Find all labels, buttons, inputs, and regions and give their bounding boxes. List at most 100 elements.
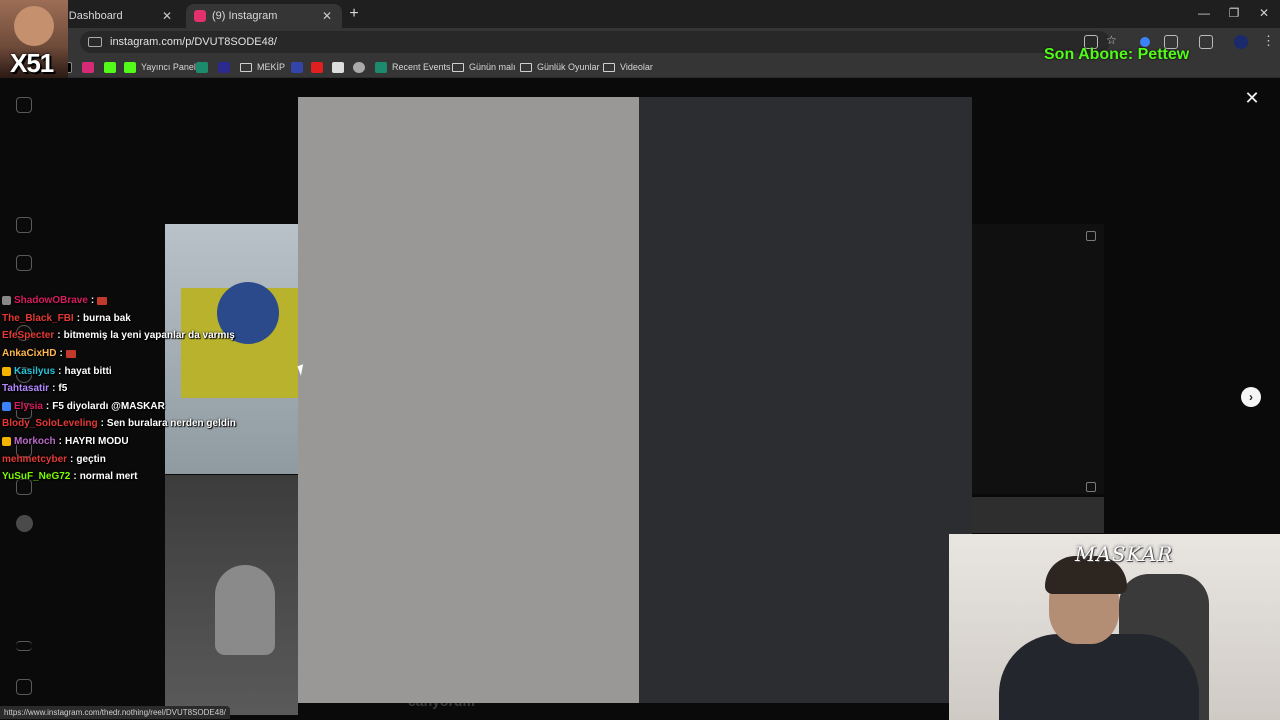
address-bar[interactable]: instagram.com/p/DVUT8SODE48/: [80, 31, 1110, 53]
bookmark-app[interactable]: [332, 60, 349, 74]
home-icon[interactable]: [16, 217, 32, 233]
chat-message: Tahtasatir: f5: [2, 380, 302, 398]
chat-separator: :: [76, 312, 81, 324]
chat-username: The_Black_FBI: [2, 312, 74, 324]
bookmark-app[interactable]: [353, 60, 370, 74]
more-menu-icon[interactable]: [16, 641, 32, 651]
chat-text: HAYRI MODU: [65, 436, 129, 448]
folder-icon: [520, 62, 532, 72]
tab-bar: m - Kick Dashboard ✕ (9) Instagram ✕ + —…: [0, 0, 1280, 28]
chat-username: AnkaCixHD: [2, 348, 57, 360]
chat-badge-icon: [2, 366, 11, 376]
bookmark-label: MEKİP: [257, 62, 286, 72]
folder-icon: [240, 62, 252, 72]
streamer-body-image: [999, 634, 1199, 720]
chat-message: ShadowOBrave:: [2, 292, 302, 310]
bookmark-label: Günün malı: [469, 62, 516, 72]
chat-separator: :: [52, 383, 56, 395]
chat-username: EfeSpecter: [2, 330, 55, 342]
chat-separator: :: [57, 330, 61, 342]
instagram-favicon-icon: [194, 10, 206, 22]
post-details-panel: [639, 97, 972, 703]
bookmark-youtube[interactable]: [311, 60, 328, 74]
bookmark-label: Recent Events: [392, 62, 451, 72]
kick-icon: [124, 61, 136, 73]
instagram-logo-icon[interactable]: [16, 97, 32, 113]
grid-post-thumbnail[interactable]: [972, 497, 1104, 533]
bookmark-app[interactable]: [291, 60, 308, 74]
profile-icon[interactable]: [1234, 35, 1248, 49]
bookmark-folder-videolar[interactable]: Videolar: [603, 60, 653, 74]
bookmark-label: Yayıncı Paneli: [141, 62, 198, 72]
chat-badge-icon: [2, 296, 11, 306]
next-post-button[interactable]: ›: [1241, 387, 1261, 407]
chat-separator: :: [100, 418, 104, 430]
window-close-icon[interactable]: ✕: [1254, 6, 1274, 20]
chat-message: Kasilyus: hayat bitti: [2, 362, 302, 380]
chat-username: Tahtasatir: [2, 383, 50, 395]
tab-instagram[interactable]: (9) Instagram ✕: [186, 4, 342, 28]
chat-badge-icon: [2, 437, 11, 447]
also-from-meta-icon[interactable]: [16, 679, 32, 695]
grid-post-thumbnail[interactable]: [972, 224, 1104, 494]
status-bar-url: https://www.instagram.com/thedr.nothing/…: [0, 706, 230, 719]
side-panel-icon[interactable]: [1199, 35, 1213, 49]
chat-message: Morkoch: HAYRI MODU: [2, 433, 302, 451]
bookmark-prompt[interactable]: [218, 60, 235, 74]
chat-message: EfeSpecter: bitmemiş la yeni yapanlar da …: [2, 327, 302, 345]
close-tab-icon[interactable]: ✕: [160, 9, 174, 23]
address-bar-url: instagram.com/p/DVUT8SODE48/: [110, 36, 277, 48]
grid-post-thumbnail[interactable]: [165, 475, 298, 715]
chat-separator: :: [73, 471, 77, 483]
bookmark-kick[interactable]: [104, 60, 121, 74]
bookmark-folder-mekip[interactable]: MEKİP: [240, 60, 285, 74]
chat-message: mehmetcyber: geçtin: [2, 450, 302, 468]
streamer-badge: X51: [0, 0, 68, 78]
minimize-icon[interactable]: —: [1194, 6, 1214, 20]
stream-chat-overlay: ShadowOBrave: The_Black_FBI: burna bak EfeS…: [2, 292, 302, 486]
chat-username: Morkoch: [14, 436, 56, 448]
close-tab-icon[interactable]: ✕: [320, 9, 334, 23]
screen: m - Kick Dashboard ✕ (9) Instagram ✕ + —…: [0, 0, 1280, 720]
chat-message: Blody_SoloLeveling: Sen buralara nerden g…: [2, 415, 302, 433]
chat-text: normal mert: [79, 471, 138, 483]
site-info-icon[interactable]: [88, 37, 102, 47]
chat-message: The_Black_FBI: burna bak: [2, 310, 302, 328]
chat-separator: :: [59, 348, 63, 360]
bookmark-app[interactable]: [196, 60, 213, 74]
bookmark-recent-events[interactable]: Recent Events: [375, 60, 451, 74]
new-tab-icon[interactable]: +: [346, 5, 362, 23]
reels-icon[interactable]: [16, 255, 32, 271]
restore-icon[interactable]: ❐: [1224, 6, 1244, 20]
streamer-face-image: [14, 6, 54, 46]
post-media[interactable]: [298, 97, 639, 703]
chat-username: Elysia: [14, 400, 43, 412]
chat-text: F5 diyolardı @MASKAR: [52, 400, 165, 412]
bookmark-folder-gunluk-oyunlar[interactable]: Günlük Oyunlar: [520, 60, 600, 74]
bookmark-label: Günlük Oyunlar: [537, 62, 600, 72]
bookmark-star-icon[interactable]: ☆: [1106, 33, 1120, 47]
bookmark-yayinci-paneli[interactable]: Yayıncı Paneli: [124, 60, 198, 74]
chat-text: f5: [58, 383, 68, 395]
folder-icon: [452, 62, 464, 72]
chat-text: hayat bitti: [64, 365, 112, 377]
profile-avatar[interactable]: [16, 515, 33, 532]
folder-icon: [603, 62, 615, 72]
chat-message: YuSuF_NeG72: normal mert: [2, 468, 302, 486]
chat-emote-icon: [97, 296, 108, 305]
chat-emote-icon: [65, 349, 76, 358]
app-icon: [196, 61, 208, 73]
chat-username: YuSuF_NeG72: [2, 471, 71, 483]
chat-text: bitmemiş la yeni yapanlar da varmış: [63, 330, 235, 342]
person-image: [215, 565, 275, 655]
subscriber-alert: Son Abone: Pettew: [1044, 46, 1190, 63]
close-modal-button[interactable]: ✕: [1242, 88, 1262, 108]
app-icon: [375, 61, 387, 73]
streamer-badge-text: X51: [10, 48, 54, 78]
menu-icon[interactable]: ⋮: [1262, 33, 1275, 49]
chat-separator: :: [45, 400, 50, 412]
chat-username: ShadowOBrave: [14, 295, 88, 307]
chat-username: Blody_SoloLeveling: [2, 418, 98, 430]
bookmark-folder-gunun-mali[interactable]: Günün malı: [452, 60, 516, 74]
bookmark-instagram[interactable]: [82, 60, 99, 74]
